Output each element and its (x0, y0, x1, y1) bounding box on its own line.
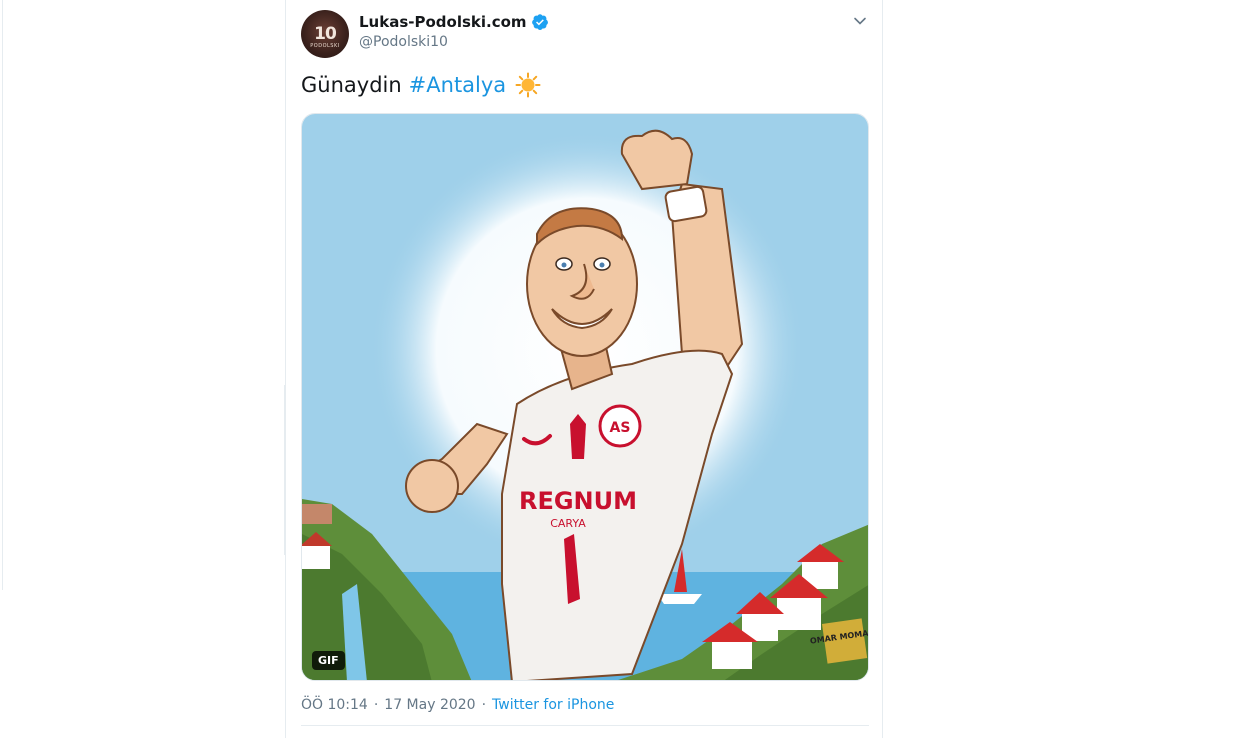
sun-emoji-icon (515, 72, 541, 98)
avatar-caption: PODOLSKI (310, 43, 340, 49)
tweet-source-link[interactable]: Twitter for iPhone (492, 697, 614, 713)
author-name-row[interactable]: Lukas-Podolski.com (359, 13, 549, 31)
tweet-metadata: ÖÖ 10:14 · 17 May 2020 · Twitter for iPhone (301, 697, 614, 713)
tweet-text-body: Günaydin (301, 73, 402, 97)
avatar-number: 10 (314, 24, 337, 44)
left-divider (2, 0, 3, 590)
tweet-text: Günaydin #Antalya (301, 72, 541, 98)
display-name[interactable]: Lukas-Podolski.com (359, 13, 527, 31)
divider (301, 725, 869, 726)
tweet-card: 10 PODOLSKI Lukas-Podolski.com @Podolski… (285, 0, 883, 738)
author-handle[interactable]: @Podolski10 (359, 34, 448, 50)
hashtag-link[interactable]: #Antalya (409, 73, 507, 97)
chevron-down-icon[interactable] (852, 13, 868, 29)
crest-text: AS (610, 420, 631, 436)
tweet-date[interactable]: 17 May 2020 (384, 697, 475, 713)
cartoon-illustration: AS REGNUM CARYA OMAR MOMANI (302, 114, 868, 680)
gif-badge: GIF (312, 651, 345, 670)
separator-dot: · (481, 697, 487, 713)
verified-badge-icon (531, 13, 549, 31)
separator-dot: · (373, 697, 379, 713)
tweet-media-gif[interactable]: AS REGNUM CARYA OMAR MOMANI GIF (301, 113, 869, 681)
tweet-time[interactable]: ÖÖ 10:14 (301, 697, 368, 713)
avatar[interactable]: 10 PODOLSKI (301, 10, 349, 58)
jersey-sponsor: REGNUM (519, 487, 637, 515)
jersey-sponsor-sub: CARYA (550, 517, 586, 530)
